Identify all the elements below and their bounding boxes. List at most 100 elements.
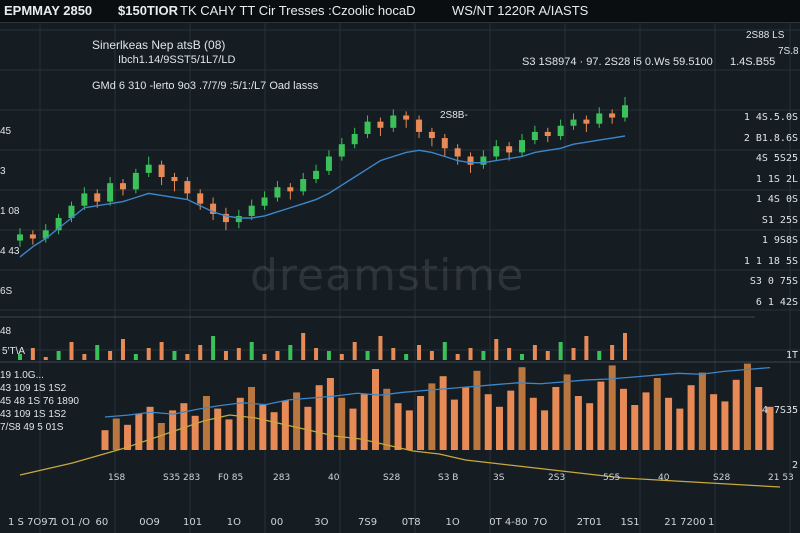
- volume-bar: [69, 342, 74, 360]
- candle-body: [17, 234, 23, 241]
- info-line-2: Ibch1.14/9SST5/1L7/LD: [118, 54, 236, 66]
- lower-bar: [732, 379, 740, 450]
- lower-bar: [552, 387, 560, 450]
- candle-body: [416, 119, 423, 132]
- x-top-label: S3 B: [438, 473, 459, 483]
- volume-bar: [339, 354, 344, 360]
- candle-body: [364, 121, 371, 134]
- lower-bar: [698, 372, 706, 450]
- volume-bar: [365, 351, 370, 360]
- candle-body: [119, 183, 126, 190]
- x-bottom-label: 60: [95, 517, 109, 528]
- lower-bar: [586, 403, 594, 450]
- volume-bar: [275, 351, 280, 360]
- volume-bar: [326, 351, 331, 360]
- lower-bar: [248, 387, 256, 450]
- lower-bar: [101, 430, 109, 450]
- volume-bar: [584, 336, 589, 360]
- lower-bar: [394, 403, 402, 450]
- volume-bar: [520, 354, 525, 360]
- volume-bar: [378, 336, 383, 360]
- volume-bar: [30, 348, 35, 360]
- candle-body: [506, 146, 513, 153]
- lower-bar: [721, 401, 729, 450]
- candle-body: [609, 113, 616, 118]
- lower-bar: [642, 392, 650, 450]
- price-right: 1.4S.B55: [730, 56, 776, 68]
- lower-bar: [574, 396, 582, 450]
- candle-body: [145, 164, 152, 173]
- volume-bar: [571, 348, 576, 360]
- y-main-label: 1 4S 0S: [755, 194, 798, 205]
- volume-bar: [43, 357, 48, 360]
- y-main-label: 4S 5S25: [755, 153, 798, 164]
- candle-body: [622, 105, 628, 118]
- candle-body: [184, 181, 191, 194]
- price-annotation: 2S8B-: [440, 110, 468, 121]
- y-left-label: 6S: [0, 286, 13, 297]
- y-lower-label: 2: [791, 460, 798, 471]
- lower-bar: [529, 397, 537, 450]
- volume-bar: [417, 345, 422, 360]
- candle-body: [261, 197, 268, 206]
- candle-body: [81, 193, 88, 206]
- lower-bar: [743, 363, 751, 450]
- lower-bar: [315, 385, 323, 450]
- volume-bar: [56, 351, 61, 360]
- y-main-label: 1 4S.5.0S: [743, 112, 798, 123]
- lower-bar: [349, 408, 357, 450]
- tag-right-2: 7S.8: [778, 46, 799, 57]
- x-bottom-label: 1S1: [620, 517, 640, 528]
- x-bottom-label: 2T01: [576, 517, 602, 528]
- x-bottom-label: 1 O1 /O: [51, 517, 90, 528]
- lower-bar: [484, 394, 492, 450]
- candle-body: [132, 172, 139, 190]
- candle-body: [596, 113, 603, 124]
- lower-bar: [383, 388, 391, 450]
- volume-bar: [211, 336, 216, 360]
- info-line-3: GMd 6 310 -lerto 9o3 .7/7/9 :5/1:/L7 Oad…: [92, 80, 319, 92]
- volume-bar: [288, 345, 293, 360]
- lower-annotation: 5'T\A: [2, 346, 26, 357]
- lower-bar: [326, 378, 334, 450]
- candle-body: [544, 131, 551, 136]
- lower-bar: [259, 405, 267, 450]
- candle-body: [467, 156, 474, 165]
- lower-bar: [304, 406, 312, 450]
- candle-body: [493, 146, 500, 157]
- y-main-label: S1 25S: [761, 214, 798, 226]
- volume-bar: [481, 351, 486, 360]
- candle-body: [403, 115, 410, 120]
- candle-body: [338, 144, 345, 157]
- volume-bar: [455, 354, 460, 360]
- volume-bar: [404, 354, 409, 360]
- volume-bar: [532, 345, 537, 360]
- lower-bar: [450, 399, 458, 450]
- lower-bar: [473, 370, 481, 450]
- lower-labels-label: 43 109 1S 1S2: [0, 383, 67, 394]
- volume-bar: [95, 345, 100, 360]
- y-lower-label: 4 7S35: [761, 405, 798, 416]
- volume-bar: [610, 345, 615, 360]
- volume-bar: [597, 351, 602, 360]
- x-bottom-label: 3O: [314, 517, 329, 528]
- volume-bar: [159, 342, 164, 360]
- lower-bar: [653, 378, 661, 450]
- lower-bar: [563, 374, 571, 450]
- volume-bar: [172, 351, 177, 360]
- volume-bar: [558, 342, 563, 360]
- volume-bar: [249, 342, 254, 360]
- lower-bar: [710, 394, 718, 450]
- lower-bar: [619, 388, 627, 450]
- lower-bar: [665, 397, 673, 450]
- candle-body: [531, 131, 538, 141]
- y-main-label: 6 1 42S: [755, 296, 798, 308]
- x-bottom-label: 1O: [226, 517, 241, 528]
- volume-bar: [314, 348, 319, 360]
- candle-body: [287, 187, 294, 192]
- volume-bar: [262, 354, 267, 360]
- x-top-label: S28: [713, 473, 731, 483]
- lower-bar: [372, 369, 380, 450]
- lower-bar: [495, 406, 503, 450]
- lower-bar: [191, 415, 199, 450]
